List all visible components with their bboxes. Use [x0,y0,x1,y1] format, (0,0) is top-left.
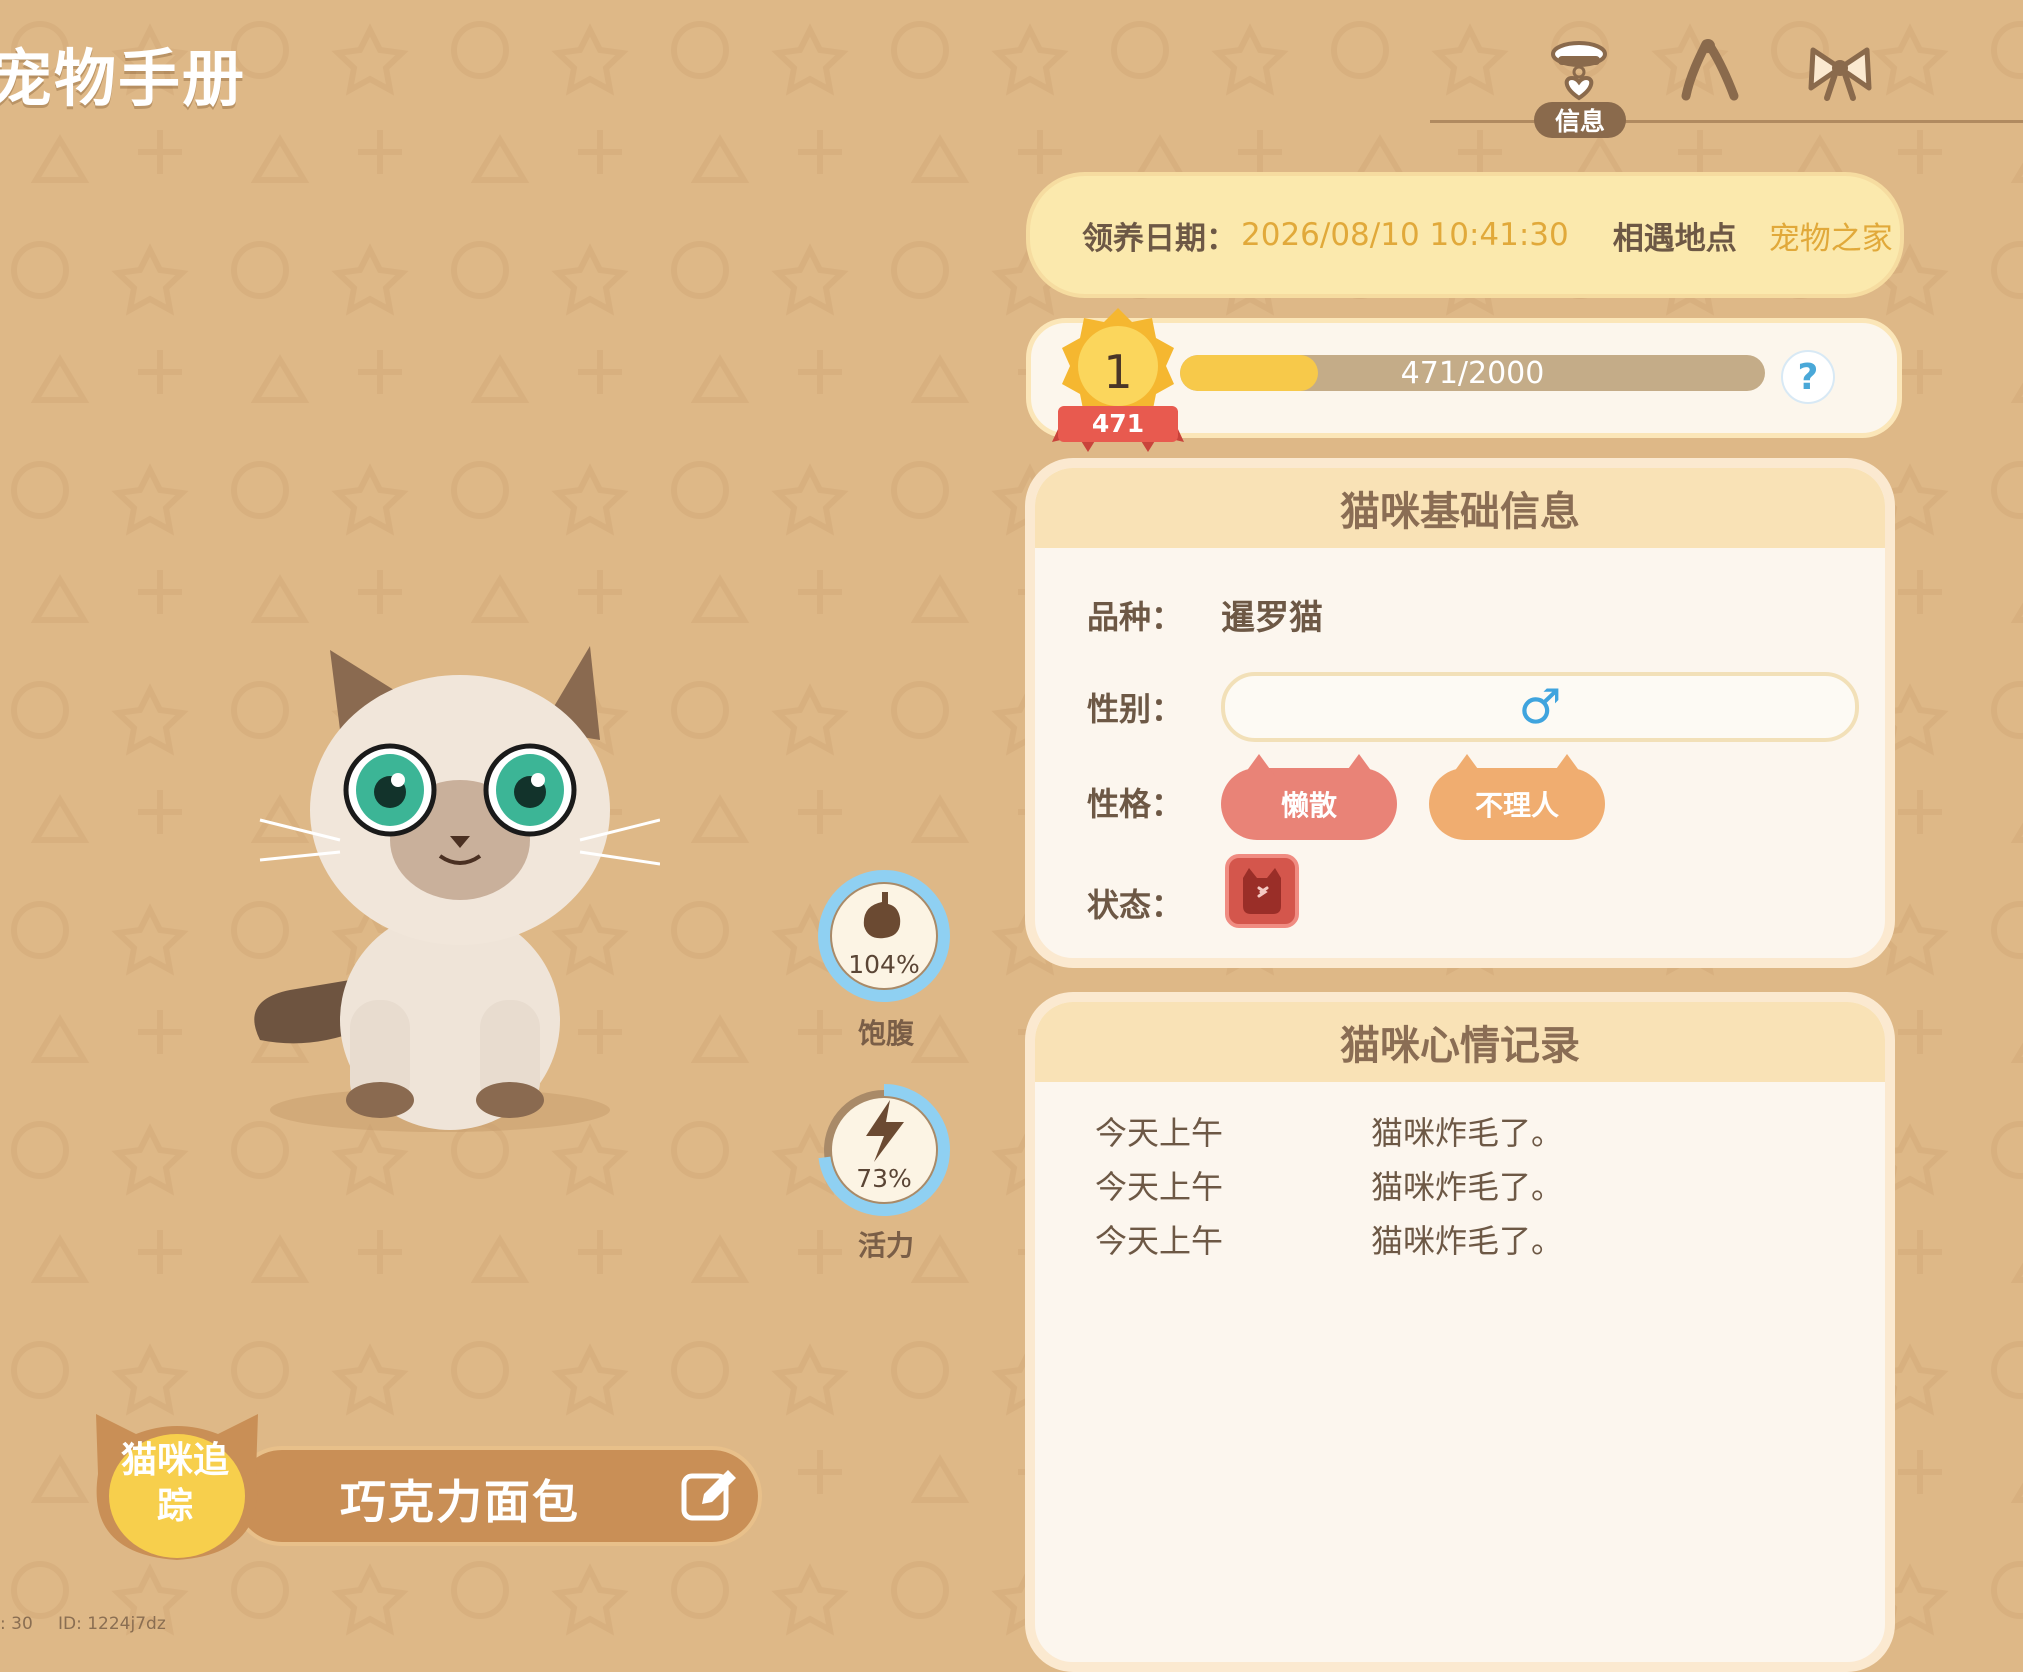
mood-entry-time: 今天上午 [1095,1168,1224,1206]
status-label: 状态： [1087,886,1184,924]
cat-tracker-label-line1: 猫咪追 [120,1440,229,1481]
bow-icon [1808,47,1872,101]
collar-heart-icon [1551,41,1607,101]
fps-text: : 30 [0,1614,33,1634]
mood-entry-text: 猫咪炸毛了。 [1371,1222,1564,1260]
mood-entry-text: 猫咪炸毛了。 [1371,1114,1564,1152]
adopt-info-card: 领养日期： 2026/08/10 10:41:30 相遇地点 宠物之家 [1026,172,1904,298]
adopt-date-label: 领养日期： [1082,220,1237,257]
hunger-ring [818,870,950,1002]
level-progress-text: 471/2000 [1400,355,1545,391]
meet-place-value: 宠物之家 [1768,220,1893,257]
level-ribbon-text: 471 [1091,409,1145,438]
page-title: 宠物手册 [0,42,247,115]
personality-tag-aloof[interactable]: 不理人 [1429,754,1605,840]
tab-food[interactable] [1666,26,1756,116]
chicken-leg-icon [1681,39,1739,101]
hunger-value: 104% [848,950,920,979]
siamese-cat-model[interactable] [220,620,660,1140]
help-button[interactable]: ? [1781,350,1835,404]
cat-tracker-button[interactable]: 猫咪追 踪 [108,1438,242,1530]
cat-tracker-label-line2: 踪 [156,1486,193,1527]
basic-info-panel: 猫咪基础信息 品种： 暹罗猫 性别： ♂ 性格： 懒散 不理人 状态： [1025,458,1895,968]
basic-info-title: 猫咪基础信息 [1035,468,1885,548]
player-id-text: ID: 1224j7dz [58,1614,166,1634]
tab-info-label[interactable]: 信息 [1534,102,1626,138]
breed-value: 暹罗猫 [1221,598,1323,638]
male-icon: ♂ [1518,679,1562,735]
status-angry-button[interactable] [1225,854,1299,928]
edit-name-button[interactable] [676,1464,740,1528]
energy-ring [818,1084,950,1216]
energy-label: 活力 [857,1229,914,1262]
mood-log-title: 猫咪心情记录 [1035,1002,1885,1082]
tab-underline [1430,120,2023,123]
personality-label: 性格： [1087,785,1184,823]
gender-field: ♂ [1221,672,1859,742]
angry-cat-icon [1243,868,1281,914]
mood-entry-text: 猫咪炸毛了。 [1371,1168,1564,1206]
breed-label: 品种： [1087,598,1184,636]
level-number: 1 [1103,345,1133,399]
tab-bow[interactable] [1795,26,1885,116]
personality-tag-lazy[interactable]: 懒散 [1221,754,1397,840]
energy-value: 73% [856,1164,912,1193]
mood-log-panel: 猫咪心情记录 今天上午 猫咪炸毛了。 今天上午 猫咪炸毛了。 今天上午 猫咪炸毛… [1025,992,1895,1672]
gender-label: 性别： [1087,690,1184,728]
mood-entry-time: 今天上午 [1095,1114,1224,1152]
hunger-label: 饱腹 [857,1017,914,1050]
adopt-date-value: 2026/08/10 10:41:30 [1241,217,1569,253]
meet-place-label: 相遇地点 [1612,220,1737,257]
mood-entry-time: 今天上午 [1095,1222,1224,1260]
cat-name: 巧克力面包 [340,1475,580,1529]
